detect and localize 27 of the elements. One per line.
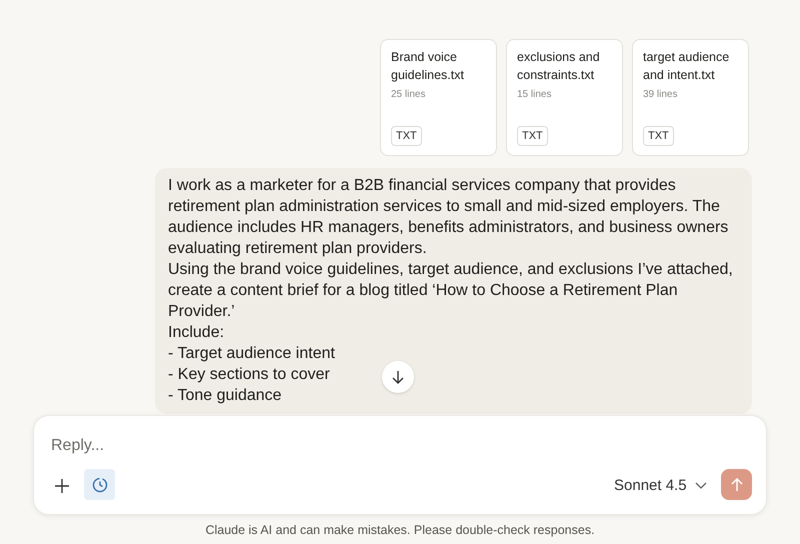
file-card[interactable]: exclusions and constraints.txt 15 lines TXT xyxy=(506,39,623,156)
file-name: target audience and intent.txt xyxy=(643,49,730,84)
file-name: Brand voice guidelines.txt xyxy=(391,49,465,84)
line-count: 39 lines xyxy=(643,88,678,102)
file-type-tag: TXT xyxy=(517,126,548,146)
plus-icon xyxy=(54,478,70,494)
message-text: - Tone guidance xyxy=(168,386,282,406)
message-text: - Target audience intent xyxy=(168,344,335,364)
file-type-tag: TXT xyxy=(643,126,674,146)
arrow-up-icon xyxy=(730,478,744,492)
file-type-tag: TXT xyxy=(391,126,422,146)
line-count: 15 lines xyxy=(517,88,552,102)
message-text: Include: xyxy=(168,323,224,343)
file-card[interactable]: target audience and intent.txt 39 lines TXT xyxy=(632,39,749,156)
history-button[interactable] xyxy=(84,469,115,500)
model-selector[interactable]: Sonnet 4.5 xyxy=(612,472,709,500)
file-name: exclusions and constraints.txt xyxy=(517,49,601,84)
arrow-down-icon xyxy=(391,370,405,384)
file-card[interactable]: Brand voice guidelines.txt 25 lines TXT xyxy=(380,39,497,156)
message-text: Using the brand voice guidelines, target audience, and exclusions I’ve attached, create a content brief for a blog titled ‘How to Choose a Retirement Plan Provider.’ xyxy=(168,260,734,322)
message-text: I work as a marketer for a B2B financial services company that provides retirement plan administration services to small and mid-sized employers. The audience includes HR managers, benefits administrators, and business owners evaluating retirement plan providers. xyxy=(168,176,730,259)
chevron-down-icon xyxy=(694,482,707,490)
clock-icon xyxy=(92,476,108,492)
reply-input[interactable]: Reply... xyxy=(51,434,551,458)
message-text: - Key sections to cover xyxy=(168,365,330,385)
line-count: 25 lines xyxy=(391,88,426,102)
disclaimer-text: Claude is AI and can make mistakes. Please double-check responses. xyxy=(204,522,596,539)
